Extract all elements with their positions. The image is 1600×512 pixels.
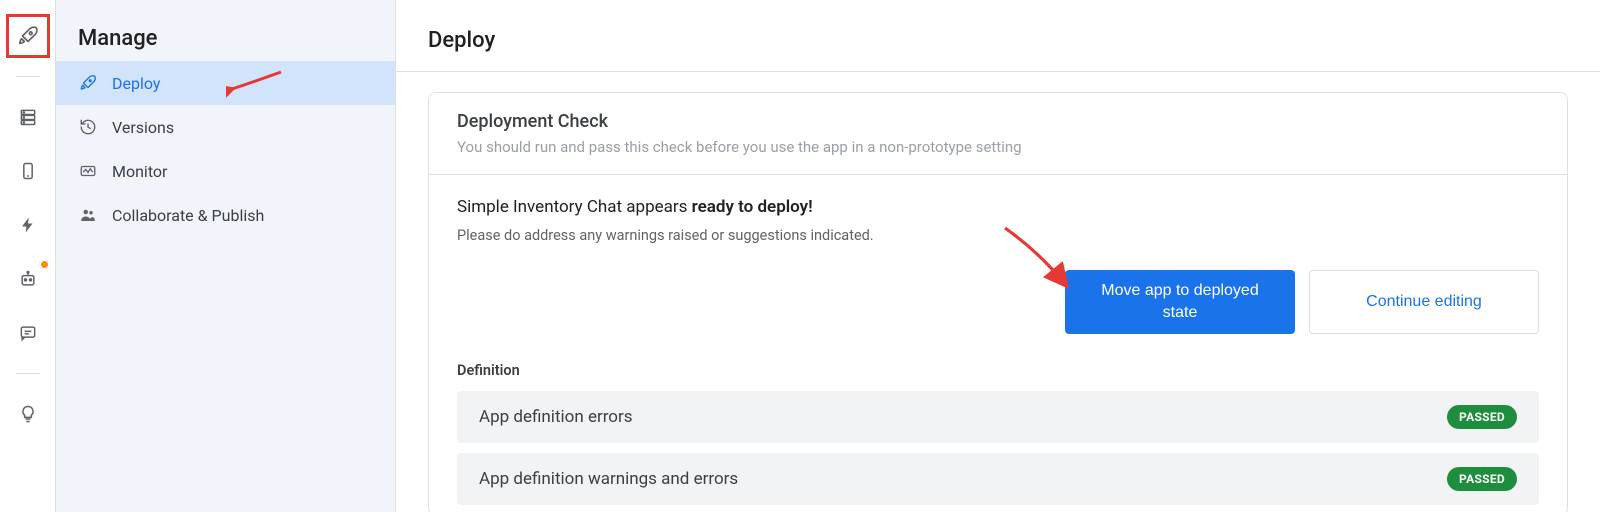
main-content: Deploy Deployment Check You should run a…	[396, 0, 1600, 512]
card-title: Deployment Check	[457, 111, 1539, 132]
check-row[interactable]: App definition warnings and errors PASSE…	[457, 453, 1539, 505]
rocket-icon[interactable]	[10, 18, 46, 54]
sidebar-item-label: Monitor	[112, 162, 167, 181]
card-subtitle: You should run and pass this check befor…	[457, 138, 1539, 156]
divider	[16, 76, 40, 77]
sidebar-item-collaborate[interactable]: Collaborate & Publish	[56, 193, 395, 237]
check-row[interactable]: App definition errors PASSED	[457, 391, 1539, 443]
definition-section-label: Definition	[457, 362, 1539, 379]
users-icon	[78, 205, 98, 225]
move-to-deployed-button[interactable]: Move app to deployed state	[1065, 270, 1295, 334]
check-label: App definition warnings and errors	[479, 469, 738, 489]
history-icon	[78, 117, 98, 137]
check-label: App definition errors	[479, 407, 633, 427]
database-icon[interactable]	[10, 99, 46, 135]
sidebar-item-label: Versions	[112, 118, 174, 137]
bolt-icon[interactable]	[10, 207, 46, 243]
sidebar-item-label: Collaborate & Publish	[112, 206, 264, 225]
icon-rail	[0, 0, 56, 512]
sidebar-title: Manage	[56, 0, 395, 61]
smartphone-icon[interactable]	[10, 153, 46, 189]
page-title: Deploy	[396, 0, 1600, 72]
lightbulb-icon[interactable]	[10, 396, 46, 432]
warning-text: Please do address any warnings raised or…	[457, 227, 1539, 244]
continue-editing-button[interactable]: Continue editing	[1309, 270, 1539, 334]
sidebar-item-deploy[interactable]: Deploy	[56, 61, 395, 105]
divider	[16, 373, 40, 374]
activity-icon	[78, 161, 98, 181]
rocket-icon	[78, 73, 98, 93]
sidebar-item-versions[interactable]: Versions	[56, 105, 395, 149]
notification-dot	[41, 261, 48, 268]
status-badge: PASSED	[1447, 467, 1517, 491]
annotation-arrow	[226, 67, 286, 101]
sidebar-item-monitor[interactable]: Monitor	[56, 149, 395, 193]
robot-icon[interactable]	[10, 261, 46, 297]
sidebar-item-label: Deploy	[112, 74, 160, 93]
manage-sidebar: Manage Deploy Versions Monitor Collabora…	[56, 0, 396, 512]
action-button-row: Move app to deployed state Continue edit…	[457, 270, 1539, 334]
status-badge: PASSED	[1447, 405, 1517, 429]
deployment-check-card: Deployment Check You should run and pass…	[428, 92, 1568, 512]
status-text: Simple Inventory Chat appears ready to d…	[457, 197, 1539, 217]
chat-icon[interactable]	[10, 315, 46, 351]
